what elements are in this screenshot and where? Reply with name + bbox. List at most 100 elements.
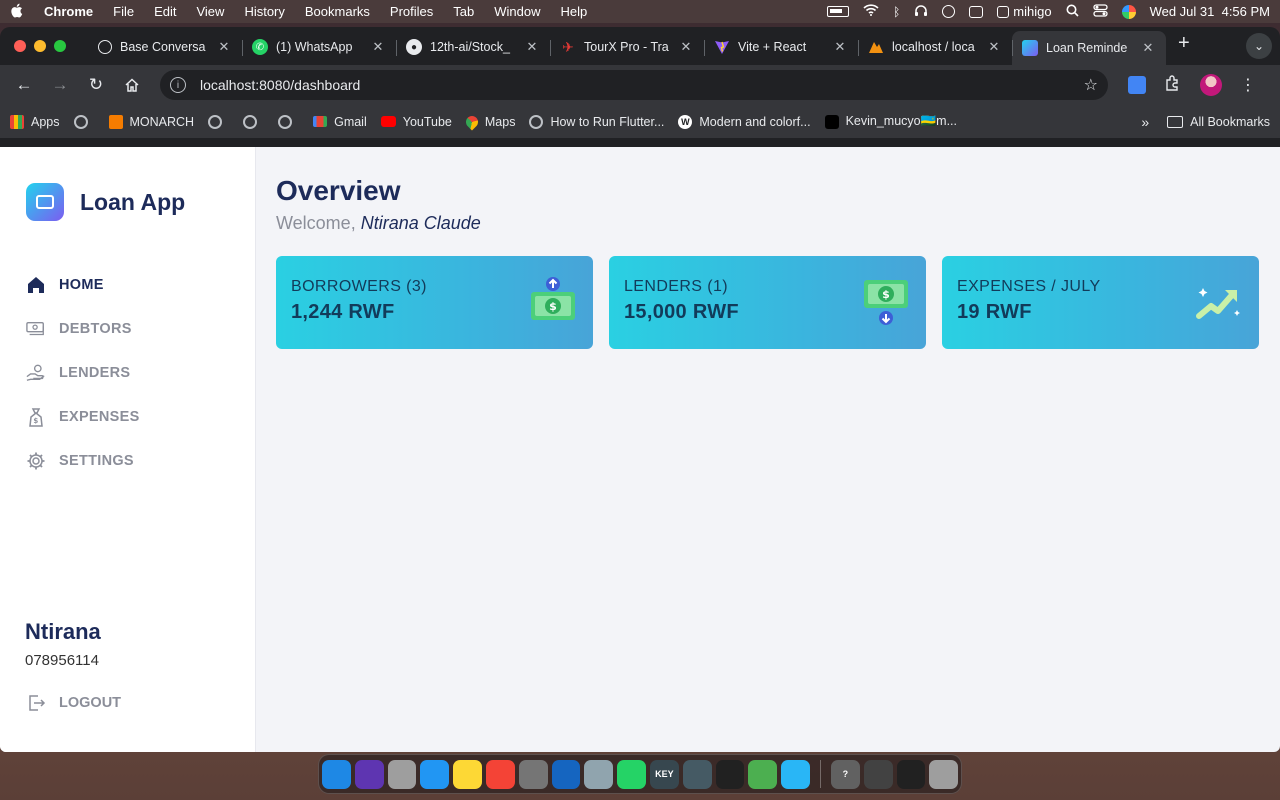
siri-icon[interactable] — [1121, 4, 1136, 19]
sidebar-item-settings[interactable]: SETTINGS — [26, 439, 140, 483]
menu-bookmarks[interactable]: Bookmarks — [305, 4, 370, 19]
more-bookmarks-button[interactable]: » — [1141, 114, 1149, 130]
menu-history[interactable]: History — [244, 4, 284, 19]
bookmark-globe-1[interactable] — [73, 114, 95, 129]
bookmark-monarch[interactable]: MONARCH — [108, 114, 194, 129]
tab-whatsapp[interactable]: ✆ (1) WhatsApp ✕ — [242, 31, 396, 63]
tab-loan-reminder[interactable]: Loan Reminde ✕ — [1012, 31, 1166, 65]
site-info-icon[interactable]: i — [170, 77, 186, 93]
whatsapp-icon[interactable] — [617, 759, 646, 789]
notes-icon[interactable] — [453, 759, 482, 789]
logout-button[interactable]: LOGOUT — [26, 693, 121, 713]
bookmark-apps[interactable]: Apps — [10, 114, 60, 129]
forward-button[interactable]: → — [44, 69, 76, 101]
sidebar-item-lenders[interactable]: LENDERS — [26, 351, 140, 395]
finder-icon[interactable] — [322, 759, 351, 789]
menu-app-name[interactable]: Chrome — [44, 4, 93, 19]
figma-icon[interactable] — [715, 759, 745, 789]
sidebar-item-debtors[interactable]: DEBTORS — [26, 307, 140, 351]
screenshot-icon[interactable] — [863, 759, 893, 789]
window-icon[interactable] — [682, 759, 712, 789]
bookmark-youtube[interactable]: YouTube — [380, 115, 452, 129]
bookmark-gmail[interactable]: Gmail — [313, 115, 367, 129]
control-center-icon[interactable] — [1092, 3, 1108, 20]
lenders-card[interactable]: LENDERS (1) 15,000 RWF $ — [609, 256, 926, 349]
menu-window[interactable]: Window — [494, 4, 540, 19]
back-button[interactable]: ← — [8, 69, 40, 101]
user-menu[interactable]: mihigo — [997, 4, 1052, 19]
keynote-icon[interactable]: KEY — [649, 759, 679, 789]
apple-icon[interactable] — [10, 3, 26, 21]
bookmark-star-icon[interactable]: ☆ — [1084, 75, 1098, 95]
bookmark-globe-4[interactable] — [278, 114, 299, 129]
close-tab-icon[interactable]: ✕ — [216, 39, 232, 55]
headphones-icon[interactable] — [914, 4, 928, 20]
sidebar-item-home[interactable]: HOME — [26, 263, 140, 307]
mail-icon[interactable] — [420, 759, 450, 789]
close-tab-icon[interactable]: ✕ — [370, 39, 386, 55]
reload-button[interactable]: ↻ — [80, 69, 112, 101]
brand[interactable]: Loan App — [26, 183, 185, 221]
tab-phpmyadmin[interactable]: localhost / loca ✕ — [858, 31, 1012, 63]
extensions-icon[interactable] — [1164, 74, 1182, 97]
menu-view[interactable]: View — [196, 4, 224, 19]
minimize-window-button[interactable] — [34, 40, 46, 52]
profile-avatar[interactable] — [1200, 74, 1222, 96]
help-icon[interactable]: ? — [830, 759, 860, 789]
system-settings-icon[interactable] — [518, 759, 548, 789]
close-window-button[interactable] — [14, 40, 26, 52]
chrome-menu-icon[interactable]: ⋮ — [1240, 75, 1256, 95]
launchpad-icon[interactable] — [387, 759, 417, 789]
tab-github[interactable]: ● 12th-ai/Stock_ ✕ — [396, 31, 550, 63]
gmail-icon — [313, 116, 328, 127]
new-tab-button[interactable]: + — [1166, 32, 1202, 61]
bookmark-maps[interactable]: Maps — [463, 113, 515, 130]
trash-icon[interactable] — [929, 759, 959, 789]
terminal-icon[interactable] — [896, 759, 926, 789]
expenses-card[interactable]: EXPENSES / JULY 19 RWF — [942, 256, 1259, 349]
url-text[interactable]: localhost:8080/dashboard — [200, 77, 1084, 93]
bookmark-flutter[interactable]: How to Run Flutter... — [529, 114, 664, 129]
menubar-datetime[interactable]: Wed Jul 31 4:56 PM — [1150, 4, 1270, 19]
menu-file[interactable]: File — [113, 4, 134, 19]
menu-profiles[interactable]: Profiles — [390, 4, 433, 19]
proxyman-icon[interactable] — [781, 759, 810, 789]
battery-icon[interactable] — [827, 6, 850, 17]
vite-icon — [714, 39, 730, 55]
music-icon[interactable] — [485, 759, 515, 789]
vscode-icon[interactable] — [551, 759, 581, 789]
bookmark-modern[interactable]: W Modern and colorf... — [678, 114, 811, 129]
close-tab-icon[interactable]: ✕ — [832, 39, 848, 55]
tab-tourx[interactable]: ✈ TourX Pro - Tra ✕ — [550, 31, 704, 63]
chrome-icon[interactable] — [748, 759, 778, 789]
tab-search-button[interactable]: ⌄ — [1246, 33, 1272, 59]
borrowers-card[interactable]: BORROWERS (3) 1,244 RWF $ — [276, 256, 593, 349]
bookmark-globe-3[interactable] — [243, 114, 264, 129]
search-icon[interactable] — [1066, 4, 1079, 20]
settings-icon[interactable] — [584, 759, 614, 789]
menu-tab[interactable]: Tab — [453, 4, 474, 19]
wallet-icon — [26, 183, 64, 221]
sidebar-item-expenses[interactable]: $ EXPENSES — [26, 395, 140, 439]
bluetooth-icon[interactable]: ᛒ — [893, 5, 900, 19]
close-tab-icon[interactable]: ✕ — [524, 39, 540, 55]
bookmark-tiktok[interactable]: Kevin_mucyo🇷🇼m... — [824, 114, 957, 129]
github-icon: ● — [406, 39, 422, 55]
all-bookmarks-button[interactable]: All Bookmarks — [1167, 115, 1270, 129]
fullscreen-window-button[interactable] — [54, 40, 66, 52]
siri-icon[interactable] — [354, 759, 384, 789]
keyboard-icon[interactable] — [969, 5, 984, 18]
address-bar[interactable]: i localhost:8080/dashboard ☆ — [160, 70, 1108, 100]
accessibility-icon[interactable] — [942, 5, 956, 18]
home-button[interactable] — [116, 69, 148, 101]
bookmark-globe-2[interactable] — [208, 114, 229, 129]
menu-help[interactable]: Help — [561, 4, 588, 19]
close-tab-icon[interactable]: ✕ — [678, 39, 694, 55]
menu-edit[interactable]: Edit — [154, 4, 176, 19]
google-translate-icon[interactable] — [1128, 76, 1146, 94]
close-tab-icon[interactable]: ✕ — [1140, 40, 1156, 56]
tab-vite-react[interactable]: Vite + React ✕ — [704, 31, 858, 63]
tab-base-conversa[interactable]: Base Conversa ✕ — [88, 31, 242, 63]
close-tab-icon[interactable]: ✕ — [986, 39, 1002, 55]
wifi-icon[interactable] — [863, 4, 879, 19]
